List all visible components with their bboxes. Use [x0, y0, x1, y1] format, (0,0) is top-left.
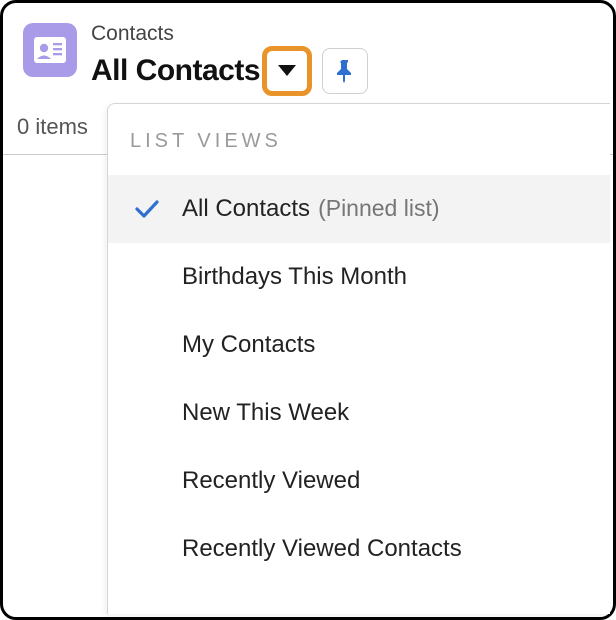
list-view-option-label: Recently Viewed Contacts — [182, 535, 462, 563]
list-view-option[interactable]: Recently Viewed — [108, 447, 610, 515]
list-view-option-label: Recently Viewed — [182, 467, 360, 495]
list-view-dropdown: LIST VIEWS All Contacts (Pinned list) Birt… — [107, 103, 610, 614]
list-view-option[interactable]: My Contacts — [108, 311, 610, 379]
list-view-option-label: New This Week — [182, 399, 349, 427]
dropdown-section-label: LIST VIEWS — [108, 104, 610, 175]
object-label: Contacts — [91, 21, 368, 46]
list-view-option[interactable]: Recently Viewed Contacts — [108, 515, 610, 583]
list-view-option[interactable]: Birthdays This Month — [108, 243, 610, 311]
list-view-option[interactable]: New This Week — [108, 379, 610, 447]
list-view-option-label: Birthdays This Month — [182, 263, 407, 291]
list-view-option-suffix: (Pinned list) — [318, 195, 439, 222]
list-view-switcher-button[interactable] — [262, 46, 312, 96]
list-view-name[interactable]: All Contacts — [91, 54, 260, 89]
list-view-option[interactable]: All Contacts (Pinned list) — [108, 175, 610, 243]
contacts-object-icon — [23, 23, 77, 77]
pin-list-button[interactable] — [322, 48, 368, 94]
list-view-option-label: My Contacts — [182, 331, 315, 359]
caret-down-icon — [276, 63, 298, 79]
check-icon — [130, 198, 164, 220]
pin-icon — [335, 59, 355, 83]
list-view-option-label: All Contacts — [182, 195, 310, 223]
